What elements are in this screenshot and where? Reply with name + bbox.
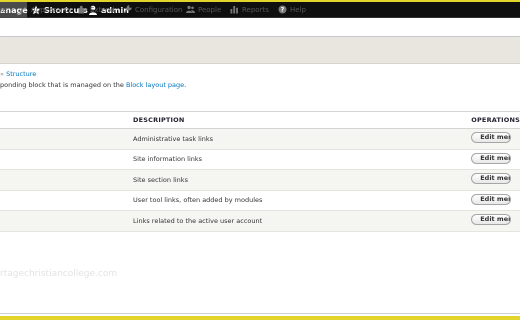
people-icon bbox=[186, 5, 195, 14]
row-operations-cell: Edit menu bbox=[471, 129, 520, 150]
tray-item-configuration[interactable]: Configuration bbox=[123, 0, 182, 19]
breadcrumb: » Structure bbox=[0, 70, 36, 78]
table-row: Site section links Edit menu bbox=[0, 169, 520, 191]
table-row: Links related to the active user account… bbox=[0, 210, 520, 232]
block-layout-link[interactable]: Block layout page bbox=[126, 81, 184, 89]
column-header-operations: OPERATIONS bbox=[471, 116, 520, 124]
column-header-title[interactable] bbox=[0, 112, 133, 129]
tray-item-extend[interactable]: Extend bbox=[78, 0, 115, 19]
row-operations-cell: Edit menu bbox=[471, 149, 520, 170]
tray-item-people[interactable]: People bbox=[186, 0, 221, 19]
edit-menu-button[interactable]: Edit menu bbox=[471, 132, 512, 144]
menus-table: DESCRIPTION OPERATIONS Administrative ta… bbox=[0, 111, 520, 232]
row-title-cell bbox=[0, 211, 133, 232]
column-header-description: DESCRIPTION bbox=[133, 116, 185, 124]
edit-menu-button[interactable]: Edit menu bbox=[471, 193, 512, 205]
tray-item-label: People bbox=[198, 5, 222, 14]
row-title-cell bbox=[0, 170, 133, 191]
footer-divider bbox=[0, 313, 520, 314]
tray-item-structure[interactable]: re bbox=[0, 0, 7, 19]
watermark-text: rtagechristiancollege.com bbox=[0, 269, 118, 279]
help-text-prefix: ponding block that is managed on the bbox=[0, 81, 126, 89]
edit-menu-button[interactable]: Edit menu bbox=[471, 152, 512, 164]
svg-text:?: ? bbox=[281, 7, 285, 14]
tray-item-label: Configuration bbox=[135, 5, 183, 14]
row-description: Links related to the active user account bbox=[133, 216, 263, 225]
wrench-icon bbox=[123, 5, 132, 14]
table-row: User tool links, often added by modules … bbox=[0, 190, 520, 211]
tray-item-label: Help bbox=[290, 5, 306, 14]
bar-chart-icon bbox=[230, 5, 239, 14]
row-title-cell bbox=[0, 129, 133, 150]
row-description: Site section links bbox=[133, 175, 188, 184]
paintbrush-icon bbox=[19, 5, 28, 14]
table-header-row: DESCRIPTION OPERATIONS bbox=[0, 111, 520, 129]
row-title-cell bbox=[0, 149, 133, 170]
row-operations-cell: Edit menu bbox=[471, 211, 520, 232]
edit-menu-button[interactable]: Edit menu bbox=[471, 214, 512, 226]
edit-menu-button[interactable]: Edit menu bbox=[471, 173, 512, 185]
row-operations-cell: Edit menu bbox=[471, 190, 520, 211]
table-row: Site information links Edit menu bbox=[0, 149, 520, 170]
tray-item-label: Reports bbox=[242, 5, 269, 14]
help-text-suffix: . bbox=[184, 81, 187, 89]
tray-item-label: Extend bbox=[90, 5, 115, 14]
table-row: Administrative task links Edit menu bbox=[0, 128, 520, 150]
breadcrumb-link-structure[interactable]: Structure bbox=[6, 70, 36, 78]
puzzle-icon bbox=[78, 5, 87, 14]
row-description: User tool links, often added by modules bbox=[133, 196, 263, 205]
row-description: Administrative task links bbox=[133, 134, 214, 143]
footer-accent-bar bbox=[0, 316, 520, 320]
tray-item-reports[interactable]: Reports bbox=[230, 0, 269, 19]
row-title-cell bbox=[0, 190, 133, 211]
row-description: Site information links bbox=[133, 155, 203, 164]
toolbar-tray bbox=[0, 18, 520, 37]
tray-item-help[interactable]: ? Help bbox=[278, 0, 306, 19]
breadcrumb-separator: » bbox=[0, 70, 4, 78]
page-header-region bbox=[0, 38, 520, 64]
tray-item-appearance[interactable]: Appearance bbox=[19, 0, 73, 19]
row-operations-cell: Edit menu bbox=[471, 170, 520, 191]
tray-item-label: Appearance bbox=[31, 5, 74, 14]
help-text: ponding block that is managed on the Blo… bbox=[0, 81, 186, 89]
help-icon: ? bbox=[278, 5, 287, 14]
tray-item-label: re bbox=[0, 5, 8, 14]
